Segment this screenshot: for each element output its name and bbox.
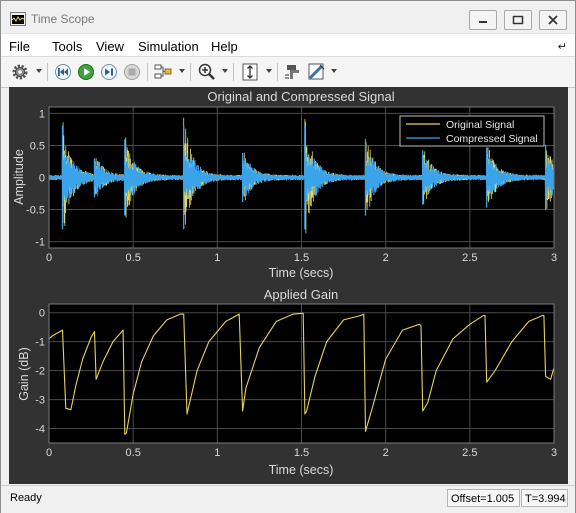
- chart-title-gain: Applied Gain: [264, 287, 338, 302]
- toolbar-separator: [47, 63, 48, 81]
- x-tick-label: 2.5: [462, 252, 477, 264]
- legend-label-compressed: Compressed Signal: [446, 133, 538, 145]
- menu-simulation[interactable]: Simulation: [138, 39, 199, 54]
- stop-button[interactable]: [121, 61, 143, 83]
- signal-y-axis-label: Amplitude: [12, 149, 26, 205]
- status-text: Ready: [10, 492, 42, 504]
- rewind-button[interactable]: [52, 61, 74, 83]
- step-forward-button[interactable]: [98, 61, 120, 83]
- y-tick-label: -3: [35, 395, 45, 407]
- zoom-in-button[interactable]: [196, 61, 218, 83]
- scale-axes-icon: [242, 63, 258, 81]
- zoom-in-icon: [198, 63, 215, 80]
- y-tick-label: 0.5: [30, 140, 45, 152]
- menu-tools[interactable]: Tools: [52, 39, 82, 54]
- zoom-dropdown-arrow-icon[interactable]: [222, 69, 228, 73]
- close-icon: [548, 15, 558, 25]
- signal-x-axis-label: Time (secs): [269, 266, 334, 280]
- menu-view[interactable]: View: [96, 39, 124, 54]
- y-tick-label: 0: [39, 308, 45, 320]
- x-tick-label: 0: [46, 447, 52, 459]
- stop-icon: [124, 64, 140, 80]
- scope-display: Original and Compressed Signal 0 0.5 1 1.5 2…: [9, 87, 568, 484]
- y-tick-label: 0: [39, 173, 45, 185]
- minimize-button[interactable]: [469, 10, 497, 30]
- settings-dropdown-arrow-icon[interactable]: [36, 69, 42, 73]
- signal-select-icon: [154, 64, 172, 79]
- menu-file[interactable]: File: [9, 39, 30, 54]
- restore-icon: [512, 15, 524, 25]
- settings-button[interactable]: [9, 61, 31, 83]
- x-tick-label: 0.5: [126, 252, 141, 264]
- legend[interactable]: Original Signal Compressed Signal: [399, 115, 545, 147]
- y-tick-label: -1: [35, 337, 45, 349]
- x-tick-label: 3: [551, 447, 557, 459]
- minimize-icon: [479, 21, 487, 23]
- title-bar[interactable]: Time Scope: [1, 1, 575, 33]
- x-tick-label: 1: [214, 447, 220, 459]
- run-icon: [78, 64, 94, 80]
- style-dropdown-arrow-icon[interactable]: [331, 69, 337, 73]
- y-tick-label: -0.5: [26, 205, 45, 217]
- gain-x-axis-label: Time (secs): [269, 463, 334, 477]
- x-tick-label: 0.5: [126, 447, 141, 459]
- scale-axes-button[interactable]: [239, 61, 261, 83]
- legend-label-original: Original Signal: [446, 119, 514, 131]
- time-readout: T=3.994: [521, 489, 568, 507]
- step-forward-icon: [101, 64, 117, 80]
- style-icon: [308, 63, 325, 80]
- y-tick-label: -2: [35, 366, 45, 378]
- toolbar-separator: [277, 63, 278, 81]
- toolbar-separator: [190, 63, 191, 81]
- y-tick-label: -4: [35, 424, 45, 436]
- scope-figure: Original and Compressed Signal 0 0.5 1 1.5 2…: [12, 89, 557, 477]
- app-icon: [10, 12, 26, 26]
- x-tick-label: 1.5: [294, 447, 309, 459]
- chart-title-signals: Original and Compressed Signal: [207, 89, 394, 104]
- dock-icon[interactable]: ↵: [558, 40, 567, 53]
- status-bar: Ready Offset=1.005 T=3.994: [1, 485, 575, 513]
- toolbar-separator: [147, 63, 148, 81]
- x-tick-label: 2.5: [462, 447, 477, 459]
- highlight-icon: [285, 65, 299, 79]
- signal-select-dropdown-arrow-icon[interactable]: [179, 69, 185, 73]
- x-tick-label: 2: [383, 447, 389, 459]
- y-tick-label: -1: [35, 237, 45, 249]
- signal-select-button[interactable]: [152, 61, 174, 83]
- style-button[interactable]: [306, 61, 328, 83]
- x-tick-label: 1: [214, 252, 220, 264]
- menu-bar: File Tools View Simulation Help ↵: [1, 33, 575, 57]
- x-tick-label: 1.5: [294, 252, 309, 264]
- rewind-icon: [55, 64, 71, 80]
- offset-readout: Offset=1.005: [447, 489, 520, 507]
- toolbar: [1, 56, 575, 88]
- restore-button[interactable]: [504, 10, 532, 30]
- gear-icon: [12, 64, 28, 80]
- highlight-simulink-block-button[interactable]: [282, 61, 304, 83]
- window-title: Time Scope: [31, 12, 95, 26]
- y-tick-label: 1: [39, 108, 45, 120]
- x-tick-label: 3: [551, 252, 557, 264]
- menu-help[interactable]: Help: [211, 39, 238, 54]
- x-tick-label: 2: [383, 252, 389, 264]
- x-tick-label: 0: [46, 252, 52, 264]
- scale-dropdown-arrow-icon[interactable]: [266, 69, 272, 73]
- gain-y-axis-label: Gain (dB): [17, 347, 31, 401]
- run-button[interactable]: [75, 61, 97, 83]
- close-button[interactable]: [539, 10, 567, 30]
- toolbar-separator: [233, 63, 234, 81]
- time-scope-window: Time Scope File Tools View Simulation He…: [0, 0, 576, 513]
